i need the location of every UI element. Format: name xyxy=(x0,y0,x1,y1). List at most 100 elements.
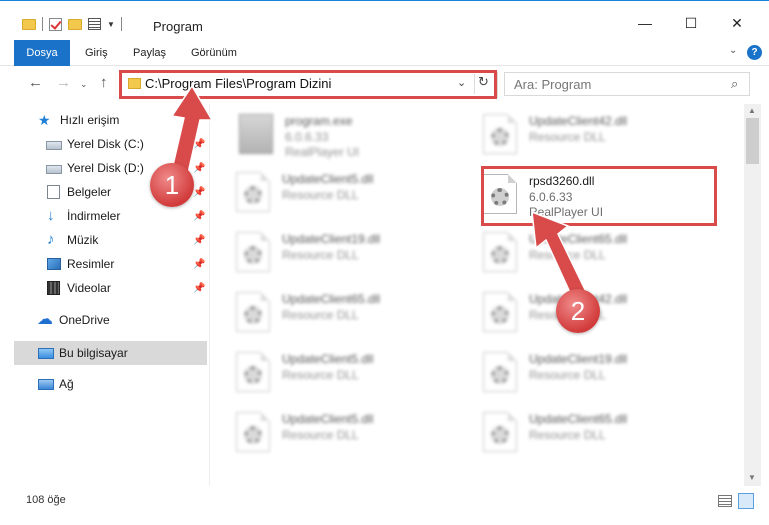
sidebar-item-label: OneDrive xyxy=(59,313,110,327)
gear-icon xyxy=(491,128,509,146)
file-type: Resource DLL xyxy=(282,308,359,322)
pin-icon[interactable]: 📌 xyxy=(193,211,205,222)
gear-icon xyxy=(244,366,262,384)
step-badge-2: 2 xyxy=(556,289,600,333)
scrollbar-thumb[interactable] xyxy=(746,118,759,164)
maximize-button[interactable]: ☐ xyxy=(668,15,714,32)
file-type: Resource DLL xyxy=(282,428,359,442)
file-type: Resource DLL xyxy=(282,248,359,262)
status-bar xyxy=(0,488,769,514)
sidebar-item-onedrive[interactable]: ☁ OneDrive xyxy=(0,308,207,332)
file-list: program.exe 6.0.6.33 RealPlayer UI Updat… xyxy=(211,104,744,486)
dll-file-icon xyxy=(483,352,517,392)
sidebar-item-label: Yerel Disk (C:) xyxy=(67,137,144,151)
file-type: Resource DLL xyxy=(282,368,359,382)
step-badge-1: 1 xyxy=(150,163,194,207)
tab-share[interactable]: Paylaş xyxy=(133,40,166,66)
sidebar-item-label: Bu bilgisayar xyxy=(59,346,128,360)
view-list-icon[interactable] xyxy=(88,18,101,30)
dll-file-icon xyxy=(483,232,517,272)
sidebar-item-network[interactable]: Ağ xyxy=(0,372,207,396)
download-icon: ↓ xyxy=(47,207,55,224)
gear-icon xyxy=(491,366,509,384)
file-item[interactable]: UpdateClient65.dll Resource DLL xyxy=(236,288,476,348)
sidebar-item-music[interactable]: ♪ Müzik 📌 xyxy=(0,228,207,252)
sidebar-item-pictures[interactable]: Resimler 📌 xyxy=(0,252,207,276)
application-icon xyxy=(239,114,273,154)
file-name: UpdateClient65.dll xyxy=(529,412,628,426)
file-item[interactable]: UpdateClient5.dll Resource DLL xyxy=(236,168,476,228)
file-item[interactable]: program.exe 6.0.6.33 RealPlayer UI xyxy=(239,110,479,170)
sidebar-item-this-pc[interactable]: Bu bilgisayar xyxy=(14,341,207,365)
item-count: 108 öğe xyxy=(26,494,66,506)
document-icon xyxy=(47,185,60,199)
gear-icon xyxy=(244,306,262,324)
sidebar-item-label: Belgeler xyxy=(67,185,112,199)
properties-icon[interactable] xyxy=(49,17,62,31)
file-name: UpdateClient65.dll xyxy=(282,292,381,306)
chevron-down-icon[interactable]: ⌄ xyxy=(729,45,737,56)
drive-icon xyxy=(46,141,62,150)
sidebar-item-label: Ağ xyxy=(59,377,74,391)
dll-file-icon xyxy=(236,352,270,392)
scroll-up-icon[interactable]: ▲ xyxy=(748,106,756,115)
gear-icon xyxy=(491,426,509,444)
star-icon: ★ xyxy=(38,112,51,128)
pin-icon[interactable]: 📌 xyxy=(193,235,205,246)
music-icon: ♪ xyxy=(47,231,55,248)
sidebar-item-label: Resimler xyxy=(67,257,115,271)
minimize-button[interactable]: — xyxy=(622,15,668,31)
title-bar: ▼ Program — ☐ ✕ xyxy=(0,0,769,40)
new-folder-icon[interactable] xyxy=(68,18,82,30)
search-icon[interactable]: ⌕ xyxy=(731,76,738,92)
dll-file-icon xyxy=(483,412,517,452)
folder-icon[interactable] xyxy=(22,18,36,30)
file-name: UpdateClient5.dll xyxy=(282,412,374,426)
file-name: program.exe xyxy=(285,114,353,128)
dll-file-icon xyxy=(236,412,270,452)
chevron-down-icon[interactable]: ⌄ xyxy=(80,79,88,90)
file-item[interactable]: UpdateClient5.dll Resource DLL xyxy=(236,408,476,468)
toolbar-divider xyxy=(120,17,122,31)
drive-icon xyxy=(46,165,62,174)
details-view-icon[interactable] xyxy=(718,495,732,507)
cloud-icon: ☁ xyxy=(37,311,53,328)
file-name: UpdateClient42.dll xyxy=(529,114,628,128)
up-arrow-icon[interactable]: ↑ xyxy=(100,74,108,91)
dll-file-icon xyxy=(483,292,517,332)
pin-icon[interactable]: 📌 xyxy=(193,259,205,270)
video-icon xyxy=(47,281,60,295)
sidebar-item-downloads[interactable]: ↓ İndirmeler 📌 xyxy=(0,204,207,228)
computer-icon xyxy=(38,347,54,359)
help-icon[interactable]: ? xyxy=(747,45,762,60)
file-name: UpdateClient5.dll xyxy=(282,352,374,366)
sidebar-item-label: Hızlı erişim xyxy=(60,113,120,127)
file-item[interactable]: UpdateClient19.dll Resource DLL xyxy=(236,228,476,288)
file-name: UpdateClient19.dll xyxy=(282,232,381,246)
scroll-down-icon[interactable]: ▼ xyxy=(748,473,756,482)
file-item[interactable]: UpdateClient19.dll Resource DLL xyxy=(483,348,723,408)
file-type: Resource DLL xyxy=(529,368,606,382)
gear-icon xyxy=(244,426,262,444)
tab-view[interactable]: Görünüm xyxy=(191,40,237,66)
back-arrow-icon[interactable]: ← xyxy=(28,74,43,91)
file-type: Resource DLL xyxy=(529,130,606,144)
tab-home[interactable]: Giriş xyxy=(85,40,108,66)
ribbon-tabs: Dosya Giriş Paylaş Görünüm ⌄ ? xyxy=(0,40,769,100)
pin-icon[interactable]: 📌 xyxy=(193,283,205,294)
close-button[interactable]: ✕ xyxy=(714,15,760,32)
network-icon xyxy=(38,378,54,390)
file-item[interactable]: UpdateClient65.dll Resource DLL xyxy=(483,408,723,468)
file-item[interactable]: UpdateClient5.dll Resource DLL xyxy=(236,348,476,408)
search-placeholder: Ara: Program xyxy=(514,77,592,92)
file-item[interactable]: UpdateClient42.dll Resource DLL xyxy=(483,110,723,170)
dll-file-icon xyxy=(236,172,270,212)
forward-arrow-icon[interactable]: → xyxy=(56,74,71,91)
sidebar-item-videos[interactable]: Videolar 📌 xyxy=(0,276,207,300)
large-icons-view-icon[interactable] xyxy=(738,493,754,509)
file-version: 6.0.6.33 xyxy=(285,130,329,144)
chevron-down-icon[interactable]: ▼ xyxy=(107,20,115,29)
quick-access-toolbar: ▼ xyxy=(22,17,122,31)
gear-icon xyxy=(491,246,509,264)
gear-icon xyxy=(244,186,262,204)
